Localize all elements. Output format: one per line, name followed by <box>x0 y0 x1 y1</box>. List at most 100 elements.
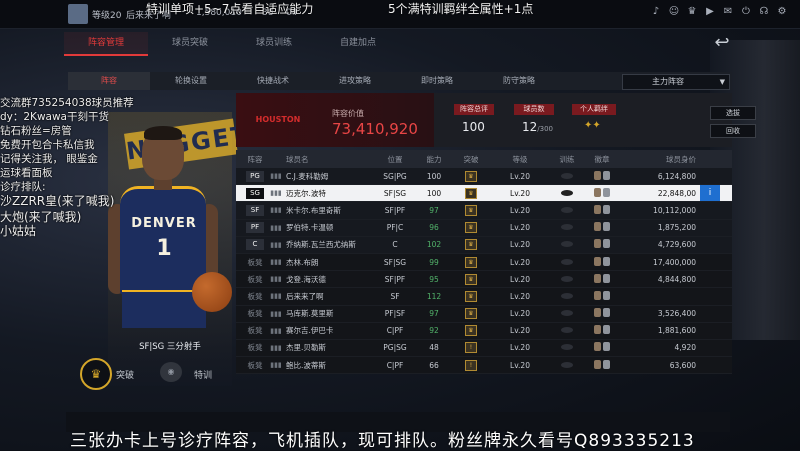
player-level: Lv.20 <box>510 274 530 284</box>
table-row[interactable]: C ▮▮▮ 乔纳斯.瓦兰西尤纳斯 C 102 ♛ Lv.20 4,729,600 <box>236 236 732 254</box>
badge-icon <box>594 239 601 249</box>
slot-text: 板凳 <box>247 360 263 370</box>
slot-cell: SF <box>244 204 266 216</box>
badge-icon <box>603 342 610 352</box>
training-status-icon <box>561 189 573 196</box>
player-position: PF|SF <box>384 309 406 319</box>
badge-icon <box>594 342 601 352</box>
subtab-instant[interactable]: 即时策略 <box>396 72 478 90</box>
avatar[interactable] <box>68 4 88 24</box>
power-icon[interactable]: ⏻ <box>740 6 752 18</box>
slot-cell: 板凳 <box>244 308 266 319</box>
trophy-icon[interactable]: ♛ <box>686 6 698 18</box>
crown-icon[interactable]: ♛ <box>80 358 112 390</box>
player-position: C <box>392 240 398 250</box>
training-status-icon <box>561 327 573 334</box>
badge-icon <box>594 222 601 232</box>
breakthrough-icon: ♛ <box>465 308 477 320</box>
jersey-text: DENVER <box>131 216 197 231</box>
training-icon[interactable]: ◉ <box>160 362 182 382</box>
table-row[interactable]: SF ▮▮▮ 米卡尔.布里奇斯 SF|PF 97 ♛ Lv.20 10,112,000 <box>236 202 732 220</box>
badges-cell <box>584 204 620 216</box>
table-row[interactable]: 板凳 ▮▮▮ 赛尔吉.伊巴卡 C|PF 92 ♛ Lv.20 1,881,600 <box>236 322 732 340</box>
select-button[interactable]: 选拔 <box>710 106 756 120</box>
player-salary: 63,600 <box>669 360 696 370</box>
slot-text: 板凳 <box>247 257 263 267</box>
col-header-salary: 球员身价 <box>666 154 696 164</box>
stream-overlay-top-right: 5个满特训羁绊全属性+1点 <box>388 2 534 16</box>
breakthrough-icon: ♛ <box>465 187 477 199</box>
player-name: 米卡尔.布里奇斯 <box>286 205 341 215</box>
breakthrough-button[interactable]: 突破 <box>116 368 134 381</box>
overlay-line: 沙ZZRR皇(来了喊我) <box>0 194 115 208</box>
bond-icons[interactable]: ✦✦ <box>584 120 601 131</box>
breakthrough-cell: ♛ <box>452 222 490 234</box>
player-hair <box>144 126 182 140</box>
player-rating: 100 <box>426 188 442 198</box>
team-value: 73,410,920 <box>332 120 418 138</box>
tab-lineup-management[interactable]: 阵容管理 <box>64 32 148 56</box>
training-cell <box>550 326 584 335</box>
mail-icon[interactable]: ✉ <box>722 6 734 18</box>
table-row[interactable]: SG ▮▮▮ 迈克尔.波特 SF|SG 100 ♛ Lv.20 22,848,00 i <box>236 185 732 203</box>
signal-bars-icon: ▮▮▮ <box>270 172 282 181</box>
overlay-line: 大炮(来了喊我) <box>0 210 82 224</box>
play-icon[interactable]: ▶ <box>704 6 716 18</box>
breakthrough-icon: ! <box>465 359 477 371</box>
player-name: 乔纳斯.瓦兰西尤纳斯 <box>286 240 356 250</box>
badge-icon <box>603 256 610 266</box>
player-name: 戈登.海沃德 <box>286 274 326 284</box>
user-icon[interactable]: ☺ <box>668 6 680 18</box>
bell-icon[interactable]: ♪ <box>650 6 662 18</box>
badge-icon <box>594 204 601 214</box>
table-row[interactable]: 板凳 ▮▮▮ 戈登.海沃德 SF|PF 95 ♛ Lv.20 4,844,800 <box>236 271 732 289</box>
training-cell <box>550 206 584 215</box>
subtab-rotation[interactable]: 轮换设置 <box>150 72 232 90</box>
player-name: 杰里.贝勒斯 <box>286 343 326 353</box>
subtab-defense[interactable]: 防守策略 <box>478 72 560 90</box>
player-rating: 92 <box>429 326 439 336</box>
player-level: Lv.20 <box>510 188 530 198</box>
special-training-button[interactable]: 特训 <box>194 368 212 381</box>
training-status-icon <box>561 310 573 317</box>
tab-custom-points[interactable]: 自建加点 <box>316 32 400 54</box>
badge-icon <box>594 308 601 318</box>
subtab-lineup[interactable]: 阵容 <box>68 72 150 90</box>
player-name: 鲍比.波蒂斯 <box>286 360 326 370</box>
slot-badge: C <box>246 239 264 251</box>
table-row[interactable]: 板凳 ▮▮▮ 杰里.贝勒斯 PG|SG 48! Lv.20 4,920 <box>236 339 732 358</box>
table-row[interactable]: 板凳 ▮▮▮ 杰林.布朗 SF|SG 99 ♛ Lv.20 17,400,000 <box>236 253 732 272</box>
breakthrough-icon: ! <box>465 342 477 354</box>
subtab-offense[interactable]: 进攻策略 <box>314 72 396 90</box>
team-logo: HOUSTON ROCKETS <box>255 115 301 162</box>
signal-bars-icon: ▮▮▮ <box>270 361 282 370</box>
table-row[interactable]: 板凳 ▮▮▮ 后来来了啊 SF 112 ♛ Lv.20 <box>236 288 732 306</box>
slot-cell: 板凳 <box>244 325 266 336</box>
table-row[interactable]: PG ▮▮▮ C.J.麦科勒姆 SG|PG 100 ♛ Lv.20 6,124,800 <box>236 168 732 186</box>
tab-player-breakthrough[interactable]: 球员突破 <box>148 32 232 54</box>
info-icon[interactable]: i <box>700 185 720 202</box>
player-position: SF <box>390 291 400 301</box>
table-row[interactable]: PF ▮▮▮ 罗伯特.卡温顿 PF|C 96 ♛ Lv.20 1,875,200 <box>236 219 732 237</box>
overlay-line: 钻石粉丝=房管 <box>0 125 72 137</box>
player-level: Lv.20 <box>510 360 530 370</box>
breakthrough-cell: ♛ <box>452 256 490 268</box>
badge-icon <box>603 204 610 214</box>
overlay-line: dy：2Kwawa干刻干货 <box>0 111 109 123</box>
signal-bars-icon: ▮▮▮ <box>270 189 282 198</box>
back-arrow-icon[interactable]: ↩ <box>710 34 734 52</box>
table-row[interactable]: 板凳 ▮▮▮ 鲍比.波蒂斯 C|PF 66! Lv.20 63,600 <box>236 357 732 375</box>
training-status-icon <box>561 292 573 299</box>
tab-player-training[interactable]: 球员训练 <box>232 32 316 54</box>
recycle-button[interactable]: 回收 <box>710 124 756 138</box>
gear-icon[interactable]: ⚙ <box>776 6 788 18</box>
badge-icon <box>603 222 610 232</box>
training-cell <box>550 240 584 249</box>
player-salary: 3,526,400 <box>657 309 696 319</box>
subtab-quick-tactics[interactable]: 快捷战术 <box>232 72 314 90</box>
table-row[interactable]: 板凳 ▮▮▮ 马库斯.莫里斯 PF|SF 97 ♛ Lv.20 3,526,400 <box>236 305 732 323</box>
headset-icon[interactable]: ☊ <box>758 6 770 18</box>
player-name: C.J.麦科勒姆 <box>286 171 329 181</box>
player-count-label: 球员数 <box>514 104 554 115</box>
formation-dropdown[interactable]: 主力阵容 ▼ <box>622 74 730 90</box>
